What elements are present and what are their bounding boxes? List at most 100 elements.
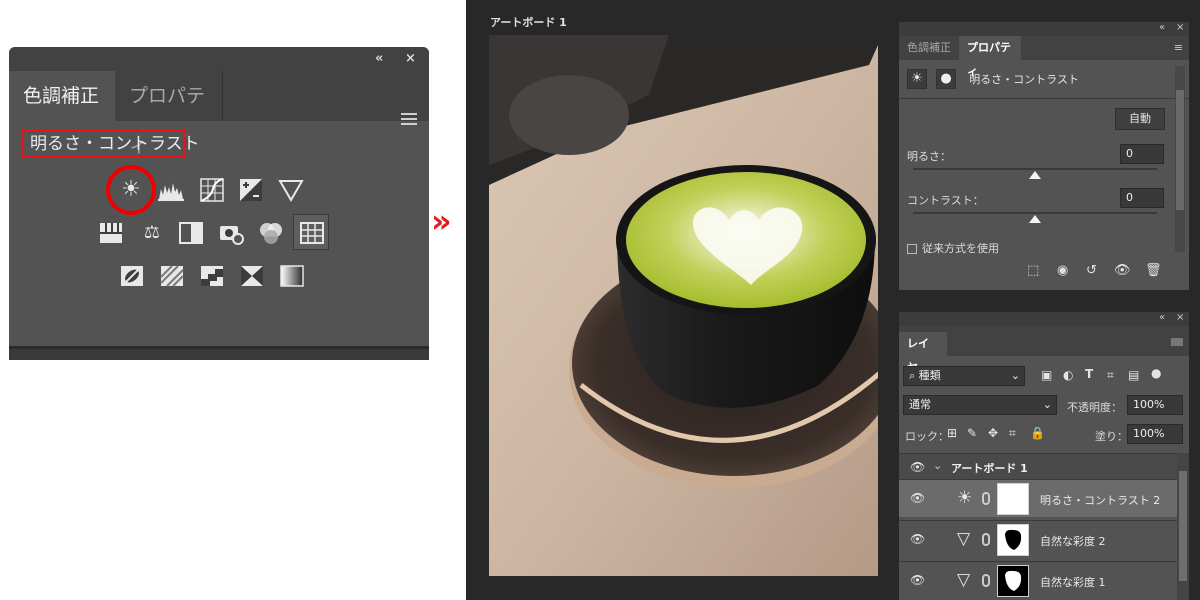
close-icon[interactable]: × xyxy=(1176,312,1184,323)
panel-title-bar: « × xyxy=(9,47,429,71)
brightness-slider-track[interactable] xyxy=(913,168,1157,170)
mask-icon[interactable]: ● xyxy=(936,68,957,89)
adjustment-filter-icon[interactable]: ◐ xyxy=(1063,368,1073,382)
panel-menu-icon[interactable] xyxy=(1171,338,1183,346)
layers-scrollbar[interactable] xyxy=(1177,453,1189,600)
shape-filter-icon[interactable]: ⌗ xyxy=(1107,368,1114,383)
hue-saturation-icon[interactable] xyxy=(98,220,124,246)
layer-row[interactable]: 👁 ▽ 自然な彩度 1 xyxy=(899,561,1189,599)
collapse-icon[interactable]: « xyxy=(1159,22,1165,33)
search-icon: ⌕ xyxy=(909,369,919,382)
lock-transparency-icon[interactable]: ⊞ xyxy=(947,426,957,440)
properties-title-bar: « × xyxy=(899,22,1189,36)
layer-filter-value: 種類 xyxy=(918,369,941,382)
layer-name: 自然な彩度 2 xyxy=(1040,535,1106,548)
pixel-filter-icon[interactable]: ▣ xyxy=(1041,368,1052,382)
layer-mask-thumbnail[interactable] xyxy=(997,483,1029,515)
fill-label: 塗り： xyxy=(1095,430,1128,443)
color-balance-icon[interactable]: ⚖ xyxy=(139,220,165,246)
tab-properties[interactable]: プロパティ xyxy=(115,71,223,157)
lock-all-icon[interactable]: 🔒 xyxy=(1030,426,1045,440)
visibility-eye-icon[interactable]: 👁 xyxy=(910,532,925,546)
close-icon[interactable]: × xyxy=(405,51,416,66)
hamburger-menu-icon[interactable] xyxy=(401,113,417,128)
selective-color-icon[interactable] xyxy=(239,263,265,289)
collapse-icon[interactable]: « xyxy=(375,51,383,66)
gradient-map-icon[interactable] xyxy=(279,263,305,289)
layer-row[interactable]: 👁 ☀ 明るさ・コントラスト 2 xyxy=(899,479,1189,517)
smart-object-filter-icon[interactable]: ▤ xyxy=(1128,368,1139,382)
close-icon[interactable]: × xyxy=(1176,22,1184,33)
view-previous-icon[interactable]: ◉ xyxy=(1057,263,1068,278)
visibility-eye-icon[interactable]: 👁 xyxy=(910,573,925,587)
brightness-label: 明るさ： xyxy=(907,150,951,163)
blend-mode-value: 通常 xyxy=(909,398,931,411)
layer-name: 自然な彩度 1 xyxy=(1040,576,1106,589)
properties-scrollbar[interactable] xyxy=(1175,66,1185,252)
artboard-canvas[interactable] xyxy=(489,35,878,576)
lock-artboard-icon[interactable]: ⌗ xyxy=(1009,426,1016,441)
lock-position-icon[interactable]: ✥ xyxy=(988,426,998,440)
artboard-group-row[interactable]: 👁 ⌄ アートボード 1 xyxy=(899,453,1189,479)
opacity-field[interactable]: 100% xyxy=(1127,395,1183,415)
trash-icon[interactable]: 🗑 xyxy=(1145,263,1162,278)
visibility-eye-icon[interactable]: 👁 xyxy=(910,460,925,474)
opacity-label: 不透明度： xyxy=(1067,401,1122,414)
layer-row[interactable]: 👁 ▽ 自然な彩度 2 xyxy=(899,520,1189,558)
clip-to-layer-icon[interactable]: ⬚ xyxy=(1027,263,1039,278)
layer-filter-select[interactable]: ⌕ 種類 ⌄ xyxy=(903,366,1025,386)
exposure-icon[interactable] xyxy=(238,177,264,203)
photo-filter-icon[interactable] xyxy=(218,220,244,246)
opacity-value: 100% xyxy=(1133,398,1165,411)
curves-icon[interactable] xyxy=(199,177,225,203)
type-filter-icon[interactable]: T xyxy=(1085,367,1093,381)
black-white-icon[interactable] xyxy=(178,220,204,246)
chevron-down-icon[interactable]: ⌄ xyxy=(933,459,942,472)
brightness-slider-thumb[interactable] xyxy=(1029,171,1041,179)
contrast-slider-thumb[interactable] xyxy=(1029,215,1041,223)
adjustments-panel: « × 色調補正 プロパティ 明るさ・コントラスト ☀ ⚖ xyxy=(9,47,429,360)
checkbox-box[interactable] xyxy=(907,244,917,254)
arrow-indicator: » xyxy=(431,202,452,240)
layer-mask-thumbnail[interactable] xyxy=(997,565,1029,597)
photoshop-workspace: アートボード 1 « × 色調補正 プロパティ ≡ ☀ ● 明るさ・コントラスト… xyxy=(466,0,1200,600)
posterize-icon[interactable] xyxy=(159,263,185,289)
fill-field[interactable]: 100% xyxy=(1127,424,1183,444)
contrast-slider-track[interactable] xyxy=(913,212,1157,214)
channel-mixer-icon[interactable] xyxy=(258,220,284,246)
visibility-eye-icon[interactable]: 👁 xyxy=(1114,263,1131,278)
tab-adjustments[interactable]: 色調補正 xyxy=(9,71,115,121)
fill-value: 100% xyxy=(1133,427,1165,440)
brightness-field[interactable]: 0 xyxy=(1120,144,1164,164)
reset-icon[interactable]: ↺ xyxy=(1086,263,1097,278)
legacy-checkbox[interactable]: 従来方式を使用 xyxy=(907,240,999,256)
auto-button[interactable]: 自動 xyxy=(1115,108,1165,130)
link-icon[interactable] xyxy=(982,533,990,546)
hovered-adjustment-label: 明るさ・コントラスト xyxy=(22,130,200,158)
layers-tabs: レイヤー xyxy=(899,326,1189,374)
panel-tabs: 色調補正 プロパティ xyxy=(9,71,429,157)
lock-label: ロック： xyxy=(905,430,949,443)
panel-menu-icon[interactable]: ≡ xyxy=(1174,41,1183,54)
blend-mode-select[interactable]: 通常 ⌄ xyxy=(903,395,1057,415)
visibility-eye-icon[interactable]: 👁 xyxy=(910,491,925,505)
layer-name: 明るさ・コントラスト 2 xyxy=(1040,494,1161,507)
layers-panel: « × レイヤー ⌕ 種類 ⌄ ▣ ◐ T ⌗ ▤ ● 通常 ⌄ 不透明度： 1… xyxy=(899,312,1189,600)
tab-layers[interactable]: レイヤー xyxy=(899,332,947,374)
threshold-icon[interactable] xyxy=(199,263,225,289)
vibrance-icon[interactable] xyxy=(278,177,304,203)
chevron-down-icon: ⌄ xyxy=(1042,398,1052,411)
levels-icon[interactable] xyxy=(158,177,184,203)
collapse-icon[interactable]: « xyxy=(1159,312,1165,323)
tab-properties[interactable]: プロパティ xyxy=(959,36,1021,78)
layer-mask-thumbnail[interactable] xyxy=(997,524,1029,556)
tab-adjustments[interactable]: 色調補正 xyxy=(899,36,959,60)
link-icon[interactable] xyxy=(982,574,990,587)
link-icon[interactable] xyxy=(982,492,990,505)
color-lookup-button[interactable] xyxy=(293,214,329,250)
filter-toggle-icon[interactable]: ● xyxy=(1151,366,1161,380)
lock-paint-icon[interactable]: ✎ xyxy=(967,426,977,440)
invert-icon[interactable] xyxy=(119,263,145,289)
brightness-contrast-icon[interactable]: ☀ xyxy=(907,68,927,89)
contrast-field[interactable]: 0 xyxy=(1120,188,1164,208)
